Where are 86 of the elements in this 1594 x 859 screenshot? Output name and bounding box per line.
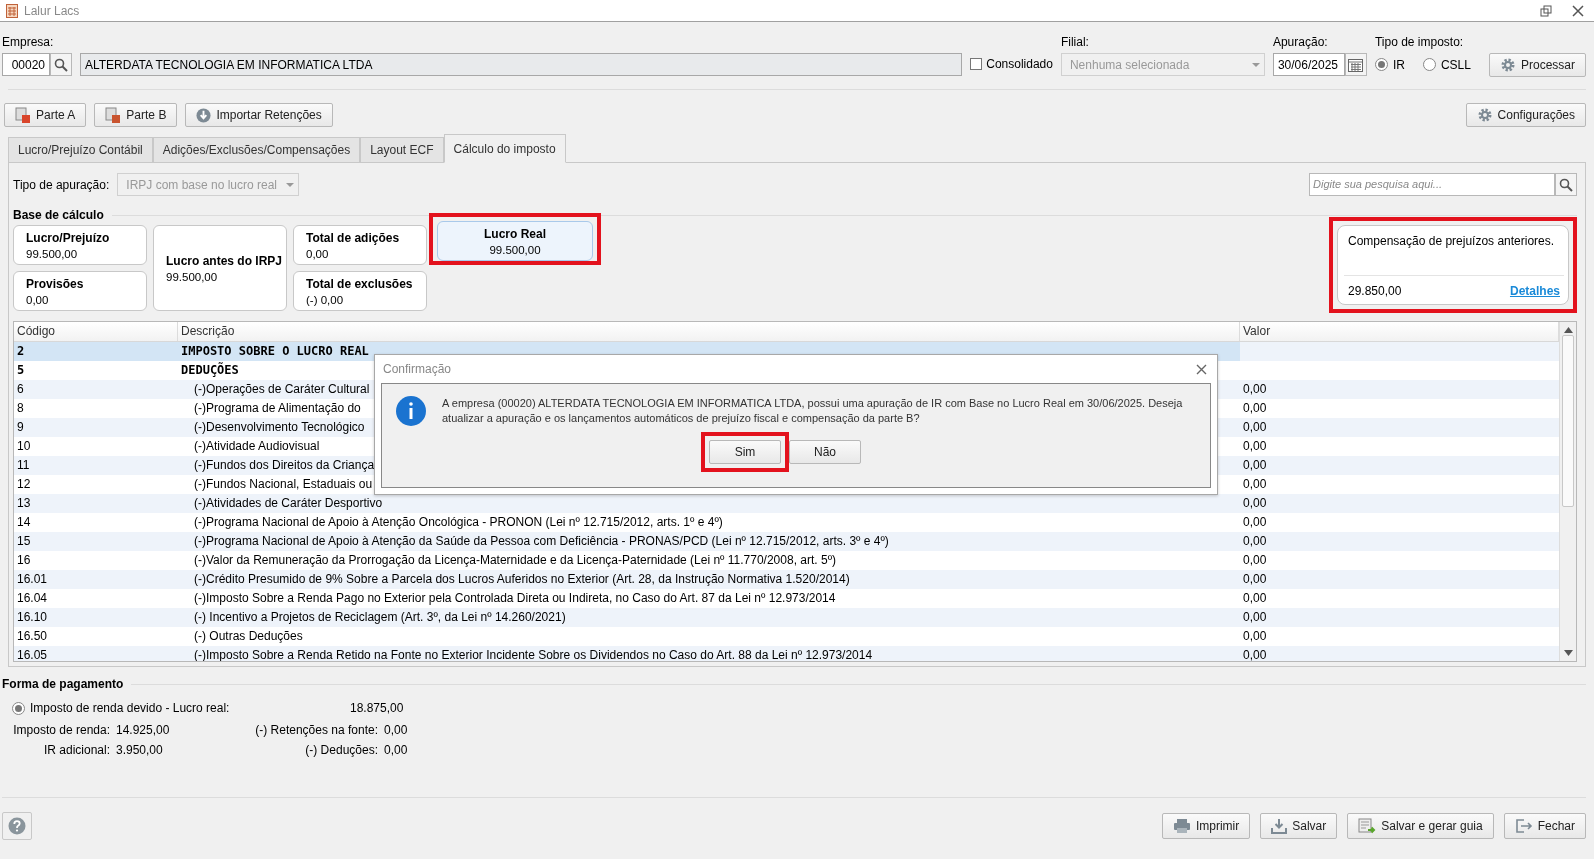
- section-heading: Base de cálculo: [13, 208, 104, 222]
- description-text: (-)Desenvolvimento Tecnológico: [194, 420, 365, 434]
- amount-value: 3.950,00: [116, 743, 164, 757]
- card-value: 29.850,00: [1348, 284, 1402, 298]
- description-text: (-)Programa de Alimentação do: [194, 401, 361, 415]
- value-text: 0,00: [1243, 458, 1267, 472]
- card-value: 99.500,00: [26, 247, 78, 260]
- value-text: 0,00: [1243, 534, 1267, 548]
- description-text: (-) Outras Deduções: [194, 629, 303, 643]
- card-title: Compensação de prejuízos anteriores.: [1348, 234, 1556, 249]
- card-title: Total de adições: [306, 230, 400, 245]
- value-text: 0,00: [1243, 420, 1267, 434]
- description-text: (-)Operações de Caráter Cultural: [194, 382, 370, 396]
- code-text: 2: [17, 344, 25, 358]
- code-text: 16.01: [17, 572, 48, 586]
- description-text: (-)Programa Nacional de Apoio à Atenção da Saúde da Pessoa com Deficiência - PRONAS/PCD (Lei nº 12.715/2012, arts. 3º e 4º): [194, 534, 889, 548]
- amount-label: Imposto de renda:: [12, 723, 110, 737]
- field-label: Empresa:: [2, 35, 55, 49]
- description-text: (-)Atividades de Caráter Desportivo: [194, 496, 383, 510]
- card-value: 99.500,00: [166, 270, 218, 283]
- value-text: 0,00: [1243, 496, 1267, 510]
- card-title: Lucro Real: [484, 226, 546, 241]
- card-title: Lucro/Prejuízo: [26, 230, 110, 245]
- value-text: 0,00: [1243, 439, 1267, 453]
- code-text: 6: [17, 382, 24, 396]
- card-value: 99.500,00: [489, 243, 541, 256]
- field-label: Tipo de imposto:: [1374, 35, 1465, 49]
- amount-label: (-) Deduções:: [304, 743, 378, 757]
- code-text: 9: [17, 420, 24, 434]
- card-title: Total de exclusões: [306, 276, 413, 291]
- card-value: 0,00: [306, 247, 329, 260]
- description-text: (-) Incentivo a Projetos de Reciclagem (Art. 3º, da Lei nº 14.260/2021): [194, 610, 566, 624]
- description-text: (-)Programa Nacional de Apoio à Atenção Oncológica - PRONON (Lei nº 12.715/2012, arts. 1º e 4º): [194, 515, 723, 529]
- radio-label: CSLL: [1440, 57, 1471, 72]
- field-label: Filial:: [1060, 35, 1090, 49]
- checkbox-label: Consolidado: [986, 57, 1053, 71]
- description-text: (-)Valor da Remuneração da Prorrogação da Licença-Maternidade e da Licença-Paternidade (Lei nº 11.770/2008, art. 5º): [194, 553, 837, 567]
- amount-value: 0,00: [384, 743, 409, 757]
- description-text: DEDUÇÕES: [181, 363, 239, 377]
- description-text: (-)Imposto Sobre a Renda Pago no Exterior pela Controlada Direta ou Indireta, no Caso do Art. 87 da Lei nº 12.973/2014: [194, 591, 836, 605]
- value-text: 0,00: [1243, 382, 1267, 396]
- amount-label: IR adicional:: [42, 743, 110, 757]
- value-text: 0,00: [1243, 648, 1267, 661]
- description-text: (-)Fundos dos Direitos da Criança: [194, 458, 375, 472]
- window-title: Lalur Lacs: [24, 3, 80, 18]
- code-text: 13: [17, 496, 31, 510]
- code-text: 5: [17, 363, 25, 377]
- code-text: 16.50: [17, 629, 48, 643]
- code-text: 12: [17, 477, 31, 491]
- description-text: IMPOSTO SOBRE O LUCRO REAL: [181, 344, 369, 358]
- card-value: 0,00: [26, 293, 49, 306]
- value-text: 0,00: [1243, 629, 1267, 643]
- code-text: 11: [17, 458, 30, 472]
- code-text: 14: [17, 515, 31, 529]
- value-text: 0,00: [1243, 591, 1267, 605]
- radio-label: Imposto de renda devido - Lucro real:: [30, 701, 230, 715]
- value-text: 0,00: [1243, 477, 1267, 491]
- radio-label: IR: [1392, 57, 1405, 72]
- description-text: (-)Fundos Nacional, Estaduais ou: [194, 477, 373, 491]
- card-value: (-) 0,00: [306, 293, 344, 306]
- code-text: 8: [17, 401, 24, 415]
- amount-value: 14.925,00: [116, 723, 171, 737]
- total-value: 18.875,00: [350, 701, 404, 715]
- dialog-title: Confirmação: [383, 362, 452, 376]
- code-text: 16: [17, 553, 31, 567]
- amount-label: (-) Retenções na fonte:: [254, 723, 378, 737]
- description-text: (-)Atividade Audiovisual: [194, 439, 320, 453]
- code-text: 16.05: [17, 648, 48, 661]
- value-text: 0,00: [1243, 553, 1267, 567]
- card-title: Lucro antes do IRPJ: [166, 253, 283, 268]
- dialog-message: A empresa (00020) ALTERDATA TECNOLOGIA EM INFORMATICA LTDA, possui uma apuração de IR com Base no Lucro Real em 30/06/2025. Deseja atualizar a apuração e os lançamentos automáticos de prejuízo fiscal e compensação da parte B?: [442, 396, 1184, 426]
- value-text: 0,00: [1243, 401, 1267, 415]
- value-text: 0,00: [1243, 572, 1267, 586]
- value-text: 0,00: [1243, 515, 1267, 529]
- code-text: 15: [17, 534, 31, 548]
- section-heading: Forma de pagamento: [2, 677, 124, 691]
- code-text: 16.10: [17, 610, 48, 624]
- value-text: 0,00: [1243, 610, 1267, 624]
- card-title: Provisões: [26, 276, 84, 291]
- description-text: (-)Crédito Presumido de 9% Sobre a Parcela dos Lucros Auferidos no Exterior (Art. 28, da Instrução Normativa 1.520/2014): [194, 572, 850, 586]
- field-label: Apuração:: [1272, 35, 1329, 49]
- code-text: 10: [17, 439, 31, 453]
- code-text: 16.04: [17, 591, 48, 605]
- field-label: Tipo de apuração:: [13, 177, 110, 192]
- description-text: (-)Imposto Sobre a Renda Retido na Fonte no Exterior Incidente Sobre os Dividendos no Caso do Art. 88 da Lei nº 12.973/2014: [194, 648, 873, 661]
- amount-value: 0,00: [384, 723, 409, 737]
